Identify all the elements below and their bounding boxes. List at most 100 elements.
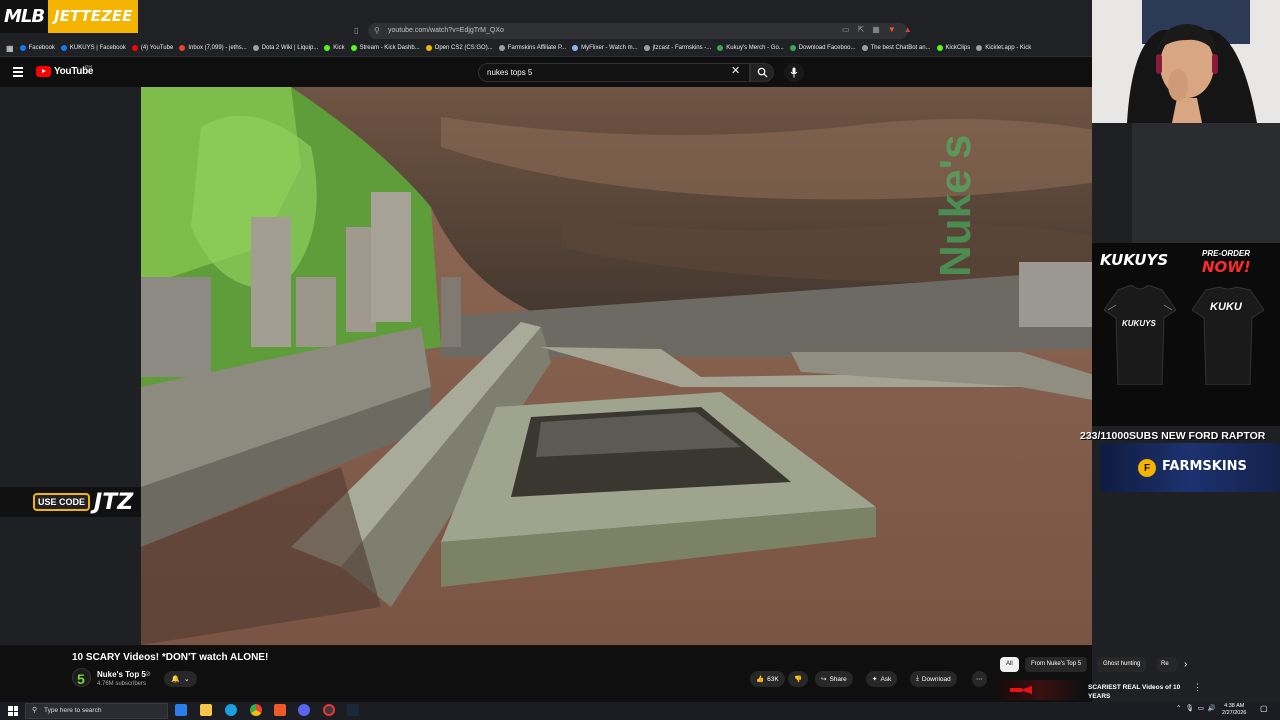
bookmark-item[interactable]: Inbox (7,099) - jeths... — [179, 45, 247, 51]
bookmark-item[interactable]: (4) YouTube — [131, 45, 173, 51]
chip-truncated[interactable]: Re — [1157, 657, 1177, 672]
video-player[interactable]: Nuke's — [141, 87, 1132, 645]
chip-from-channel[interactable]: From Nuke's Top 5 — [1025, 657, 1088, 672]
taskbar-edge-icon[interactable] — [225, 704, 237, 716]
ask-button[interactable]: ✦ Ask — [866, 671, 898, 687]
farmskins-logo-icon: F — [1138, 459, 1156, 477]
taskbar-app-copilot-icon[interactable] — [175, 704, 187, 716]
download-icon: ⤓ — [916, 675, 919, 682]
jersey-back-text: KUKU — [1210, 301, 1242, 313]
recommended-thumbnail[interactable] — [1000, 680, 1082, 700]
voice-search-button[interactable] — [784, 63, 804, 82]
bookmark-item[interactable]: KickClips — [936, 45, 971, 51]
tray-chevron-icon[interactable]: ⌃ — [1176, 704, 1181, 712]
extension-icon[interactable]: ▦ — [872, 25, 880, 34]
dislike-button[interactable]: 👎 — [788, 671, 809, 687]
bookmark-item[interactable]: Farmskins Affiliate P... — [498, 45, 567, 51]
verified-icon: ⊘ — [145, 671, 151, 678]
bookmark-favicon-icon — [643, 45, 650, 51]
site-info-icon[interactable]: ⚲ — [374, 23, 380, 39]
notification-bell-button[interactable]: 🔔 ⌄ — [164, 671, 197, 687]
menu-icon[interactable] — [13, 67, 23, 77]
bookmark-favicon-icon — [717, 45, 724, 51]
microphone-icon — [790, 67, 798, 78]
bookmark-favicon-icon — [19, 45, 26, 51]
channel-avatar[interactable]: 5 — [72, 668, 91, 687]
svg-text:5: 5 — [77, 671, 85, 687]
rewards-icon[interactable]: ▲ — [904, 25, 912, 34]
webcam-feed — [1092, 0, 1280, 123]
taskbar-file-explorer-icon[interactable] — [200, 704, 212, 716]
bookmark-item[interactable]: Stream - Kick Dashb... — [350, 45, 420, 51]
taskbar-steam-icon[interactable] — [347, 704, 359, 716]
recommended-title[interactable]: SCARIEST REAL Videos of 10 YEARS — [1088, 683, 1188, 701]
merch-preorder: PRE-ORDER — [1202, 249, 1251, 258]
like-count: 63K — [767, 675, 779, 683]
stream-logo: MLB JETTEZEE — [0, 0, 139, 33]
bookmark-item[interactable]: Kick — [324, 45, 345, 51]
channel-name[interactable]: Nuke's Top 5 — [97, 670, 146, 679]
taskbar-obs-icon[interactable] — [323, 704, 335, 716]
mic-tray-icon[interactable]: 🎙 — [1185, 704, 1193, 712]
clock-date: 2/27/2026 — [1222, 710, 1247, 716]
bookmark-item[interactable]: Download Faceboo... — [789, 45, 856, 51]
bookmark-item[interactable]: Dota 2 Wiki | Liquip... — [252, 45, 318, 51]
windows-start-icon[interactable] — [8, 706, 18, 716]
bookmark-item[interactable]: The best ChatBot an... — [861, 45, 931, 51]
youtube-play-icon — [36, 66, 51, 77]
share-button[interactable]: ↪ Share — [815, 671, 853, 687]
left-overlay-panel — [0, 87, 141, 645]
taskbar-search-input[interactable]: ⚲ Type here to search — [25, 703, 168, 719]
clock-time: 4:38 AM — [1224, 703, 1245, 709]
search-icon — [757, 67, 768, 78]
bookmark-label: KickClips — [945, 45, 971, 51]
taskbar-chrome-icon[interactable] — [250, 704, 262, 716]
volume-icon[interactable]: 🔊 — [1208, 704, 1216, 712]
search-button[interactable] — [750, 63, 774, 82]
clear-search-icon[interactable]: ✕ — [731, 64, 740, 77]
taskbar-brave-icon[interactable] — [274, 704, 286, 716]
bookmark-favicon-icon — [179, 45, 186, 51]
bookmark-label: Kukuy's Merch - Go... — [726, 45, 784, 51]
bookmark-item[interactable]: jtzcast - Farmskins -... — [643, 45, 711, 51]
search-input[interactable]: nukes tops 5 — [478, 63, 750, 82]
bookmark-favicon-icon — [425, 45, 432, 51]
install-icon[interactable]: ▭ — [842, 25, 850, 34]
network-icon[interactable]: ▭ — [1198, 704, 1204, 712]
bookmark-label: KUKUYS | Facebook — [69, 45, 126, 51]
like-button[interactable]: 👍 63K — [750, 671, 785, 687]
chip-ghost-hunting[interactable]: Ghost hunting — [1097, 657, 1147, 672]
bookmark-item[interactable]: KUKUYS | Facebook — [60, 45, 126, 51]
taskbar-discord-icon[interactable] — [298, 704, 310, 716]
share-label: Share — [829, 675, 847, 683]
bookmark-item[interactable]: Facebook — [19, 45, 55, 51]
bookmark-favicon-icon — [498, 45, 505, 51]
download-button[interactable]: ⤓ Download — [910, 671, 957, 687]
bookmark-icon[interactable]: ▯ — [354, 26, 358, 35]
more-actions-button[interactable]: ⋯ — [972, 671, 987, 687]
bookmark-label: Stream - Kick Dashb... — [359, 45, 420, 51]
bookmark-label: Farmskins Affiliate P... — [507, 45, 567, 51]
apps-icon[interactable]: ▦ — [6, 44, 14, 53]
merch-now: NOW! — [1202, 258, 1251, 276]
bookmark-favicon-icon — [572, 45, 579, 51]
notification-icon[interactable]: ▢ — [1260, 704, 1268, 713]
share-icon[interactable]: ⇱ — [858, 25, 865, 34]
brave-shield-icon[interactable]: ▼ — [888, 25, 896, 34]
bookmark-favicon-icon — [976, 45, 983, 51]
bookmark-label: Kick — [333, 45, 345, 51]
chip-all[interactable]: All — [1000, 657, 1019, 672]
address-bar[interactable]: ⚲ youtube.com/watch?v=EdjgTrM_QXo — [368, 23, 908, 39]
bookmark-item[interactable]: Kukuy's Merch - Go... — [717, 45, 784, 51]
bookmark-favicon-icon — [789, 45, 796, 51]
recommended-menu-icon[interactable]: ⋮ — [1193, 682, 1202, 693]
bookmark-favicon-icon — [324, 45, 331, 51]
bookmark-favicon-icon — [861, 45, 868, 51]
bookmark-item[interactable]: Open CS2 (CS:GO)... — [425, 45, 493, 51]
bookmark-item[interactable]: MyFlixer - Watch m... — [572, 45, 638, 51]
taskbar-clock[interactable]: 4:38 AM 2/27/2026 — [1222, 703, 1246, 717]
chevron-right-icon[interactable]: › — [1184, 659, 1187, 670]
bookmark-item[interactable]: Kicklet.app - Kick — [976, 45, 1031, 51]
address-bar-actions: ▭ ⇱ ▦ ▼ ▲ — [842, 25, 912, 34]
url-text: youtube.com/watch?v=EdjgTrM_QXo — [388, 27, 504, 34]
